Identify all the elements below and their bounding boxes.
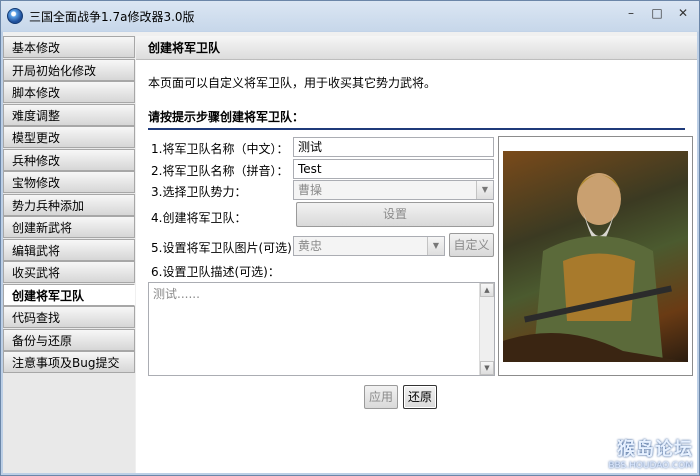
general-portrait <box>503 151 688 362</box>
intro-text: 本页面可以自定义将军卫队，用于收买其它势力武将。 <box>148 76 437 90</box>
client-area: 基本修改 开局初始化修改 脚本修改 难度调整 模型更改 兵种修改 宝物修改 势力… <box>3 32 697 473</box>
page-title: 创建将军卫队 <box>136 36 697 60</box>
chevron-down-icon[interactable]: ▼ <box>476 181 493 199</box>
portrait-select-value: 黄忠 <box>298 239 323 253</box>
faction-select[interactable]: 曹操 ▼ <box>293 180 494 200</box>
step3-label: 3.选择卫队势力： <box>151 185 247 199</box>
app-window: 三国全面战争1.7a修改器3.0版 – □ ✕ 基本修改 开局初始化修改 脚本修… <box>0 0 700 476</box>
steps-heading: 请按提示步骤创建将军卫队： <box>148 110 305 124</box>
portrait-select[interactable]: 黄忠 ▼ <box>293 236 445 256</box>
step5-label: 5.设置将军卫队图片(可选)： <box>151 241 304 255</box>
step1-label: 1.将军卫队名称（中文）： <box>151 142 289 156</box>
close-icon[interactable]: ✕ <box>675 5 691 21</box>
sidebar-nav: 基本修改 开局初始化修改 脚本修改 难度调整 模型更改 兵种修改 宝物修改 势力… <box>3 36 135 473</box>
sidebar-item-backup[interactable]: 备份与还原 <box>3 328 135 351</box>
title-bar: 三国全面战争1.7a修改器3.0版 – □ ✕ <box>1 1 699 31</box>
name-pinyin-input[interactable]: Test <box>293 159 494 179</box>
step6-label: 6.设置卫队描述(可选)： <box>151 265 280 279</box>
app-icon <box>7 8 23 24</box>
step2-label: 2.将军卫队名称（拼音）： <box>151 164 289 178</box>
sidebar-item-faction-unit[interactable]: 势力兵种添加 <box>3 193 135 216</box>
scroll-down-icon[interactable]: ▼ <box>480 361 494 375</box>
chevron-down-icon[interactable]: ▼ <box>427 237 444 255</box>
window-title: 三国全面战争1.7a修改器3.0版 <box>29 9 195 24</box>
general-portrait-art <box>503 173 688 362</box>
sidebar-item-unit[interactable]: 兵种修改 <box>3 148 135 171</box>
step4-label: 4.创建将军卫队： <box>151 211 247 225</box>
minimize-icon[interactable]: – <box>623 5 639 21</box>
sidebar-item-code-search[interactable]: 代码查找 <box>3 306 135 328</box>
sidebar-item-notes[interactable]: 注意事项及Bug提交 <box>3 351 135 373</box>
name-chinese-input[interactable]: 测试 <box>293 137 494 157</box>
sidebar-item-bribe-general[interactable]: 收买武将 <box>3 261 135 283</box>
sidebar-item-basic[interactable]: 基本修改 <box>3 36 135 58</box>
divider <box>148 128 685 130</box>
sidebar-item-treasure[interactable]: 宝物修改 <box>3 171 135 193</box>
description-placeholder: 测试...... <box>153 287 200 301</box>
sidebar-item-bodyguard[interactable]: 创建将军卫队 <box>3 283 135 306</box>
watermark: 猴岛论坛 BBS.HOUDAO.COM <box>608 435 693 471</box>
maximize-icon[interactable]: □ <box>649 5 665 21</box>
watermark-sub: BBS.HOUDAO.COM <box>608 461 693 471</box>
sidebar-item-edit-general[interactable]: 编辑武将 <box>3 238 135 261</box>
sidebar-item-new-general[interactable]: 创建新武将 <box>3 216 135 238</box>
sidebar-item-model[interactable]: 模型更改 <box>3 126 135 148</box>
sidebar-item-script[interactable]: 脚本修改 <box>3 81 135 103</box>
scroll-up-icon[interactable]: ▲ <box>480 283 494 297</box>
scrollbar[interactable]: ▲ ▼ <box>479 283 494 375</box>
sidebar-item-init[interactable]: 开局初始化修改 <box>3 58 135 81</box>
watermark-main: 猴岛论坛 <box>617 439 693 460</box>
faction-select-value: 曹操 <box>298 183 323 197</box>
custom-portrait-button[interactable]: 自定义 <box>449 233 494 257</box>
portrait-frame <box>498 136 693 376</box>
setup-button[interactable]: 设置 <box>296 202 494 227</box>
description-textarea[interactable]: 测试...... ▲ ▼ <box>148 282 495 376</box>
main-panel: 创建将军卫队 本页面可以自定义将军卫队，用于收买其它势力武将。 请按提示步骤创建… <box>136 36 697 473</box>
restore-button[interactable]: 还原 <box>403 385 437 409</box>
apply-button[interactable]: 应用 <box>364 385 398 409</box>
sidebar-item-difficulty[interactable]: 难度调整 <box>3 103 135 126</box>
